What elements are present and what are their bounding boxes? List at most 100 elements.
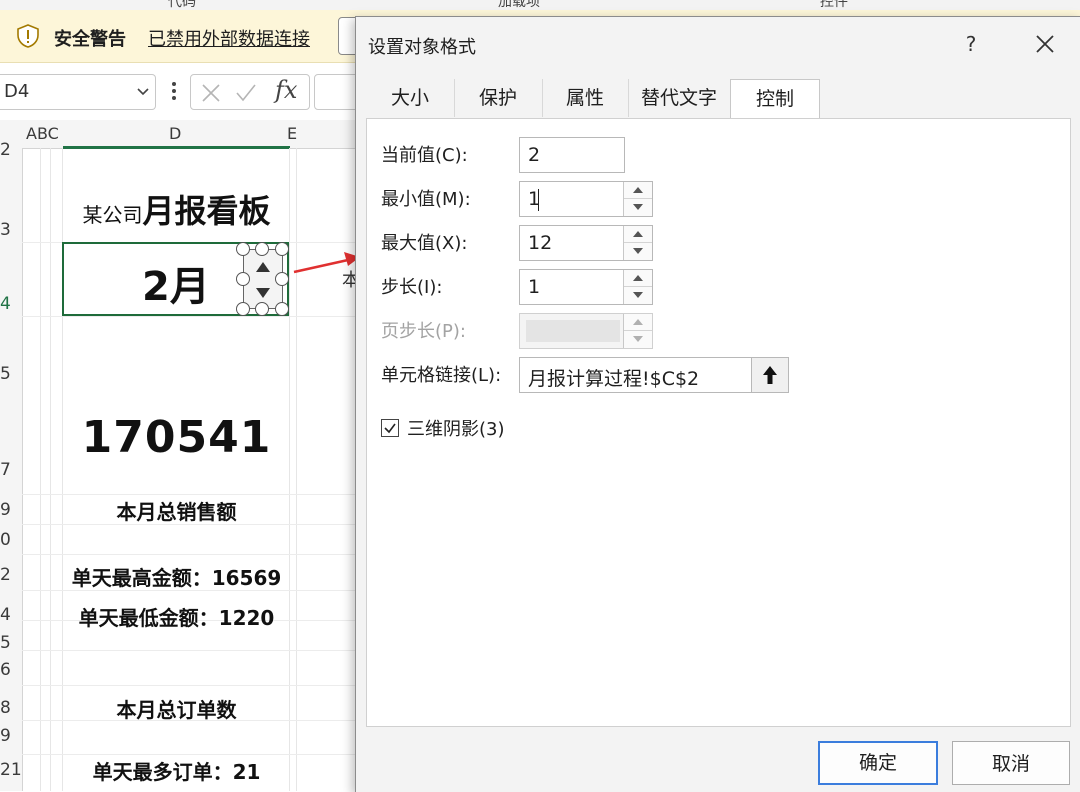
row-label[interactable]: 6 <box>0 660 11 680</box>
shading-3d-label[interactable]: 三维阴影(3) <box>407 415 505 441</box>
min-value-spinner <box>623 182 652 216</box>
max-value-text: 12 <box>528 232 553 254</box>
column-label-e[interactable]: E <box>287 124 297 143</box>
security-warning-link[interactable]: 已禁用外部数据连接 <box>148 25 310 51</box>
column-label-abc[interactable]: ABC <box>26 124 59 143</box>
gridline <box>22 494 360 495</box>
page-step-disabled-fill <box>526 320 620 342</box>
cell-link-input[interactable]: 月报计算过程!$C$2 <box>519 357 789 393</box>
resize-handle[interactable] <box>275 272 289 286</box>
month-value: 2月 <box>142 264 210 310</box>
cell-link-label: 单元格链接(L): <box>381 365 502 386</box>
row-label[interactable]: 9 <box>0 500 11 520</box>
total-orders-label: 本月总订单数 <box>116 698 237 722</box>
dashboard-title: 某公司月报看板 <box>63 186 290 232</box>
spin-up-icon <box>624 319 652 331</box>
spin-down-icon[interactable] <box>624 287 652 303</box>
resize-handle[interactable] <box>236 272 250 286</box>
shield-warning-icon <box>17 24 39 48</box>
spin-up-icon[interactable] <box>624 226 652 243</box>
row-label[interactable]: 21 <box>0 760 22 780</box>
row-label[interactable]: 9 <box>0 726 11 746</box>
tab-alt-text[interactable]: 替代文字 <box>628 79 731 117</box>
step-label: 步长(I): <box>381 277 443 298</box>
tab-properties[interactable]: 属性 <box>542 79 629 117</box>
row-label[interactable]: 0 <box>0 530 11 550</box>
page-step-input <box>519 313 653 349</box>
gridline <box>22 316 360 317</box>
row-label[interactable]: 4 <box>0 605 11 625</box>
ok-button[interactable]: 确定 <box>818 741 938 785</box>
cancel-button[interactable]: 取消 <box>952 741 1070 785</box>
row-label[interactable]: 5 <box>0 364 11 384</box>
close-icon[interactable] <box>1028 27 1062 61</box>
current-value-label: 当前值(C): <box>381 145 468 166</box>
control-tab-panel: 当前值(C): 2 最小值(M): 1 最大值(X): 12 步长(I): 1 <box>366 118 1071 727</box>
total-sales-value: 170541 <box>81 412 272 463</box>
dialog-title: 设置对象格式 <box>368 37 476 58</box>
cell-link-text: 月报计算过程!$C$2 <box>528 368 700 390</box>
dashboard-title-main: 月报看板 <box>142 192 271 230</box>
spin-up-icon[interactable] <box>624 182 652 199</box>
total-sales-label: 本月总销售额 <box>116 500 237 524</box>
column-label-d[interactable]: D <box>169 124 181 143</box>
max-value-label: 最大值(X): <box>381 233 468 254</box>
spin-down-icon[interactable] <box>252 282 274 304</box>
insert-function-icon[interactable]: fx <box>275 76 297 104</box>
tab-size[interactable]: 大小 <box>366 79 455 117</box>
spin-down-icon[interactable] <box>624 199 652 215</box>
spin-down-icon[interactable] <box>624 243 652 259</box>
help-button[interactable]: ? <box>956 27 986 61</box>
row-label[interactable]: 2 <box>0 565 11 585</box>
page-step-label: 页步长(P): <box>381 321 466 342</box>
row-label[interactable]: 2 <box>0 140 11 160</box>
row-label[interactable]: 4 <box>0 294 11 314</box>
step-spinner <box>623 270 652 304</box>
gridline <box>40 148 41 791</box>
gridline <box>22 685 360 686</box>
name-box[interactable]: D4 <box>0 74 156 110</box>
column-header: ABC D E <box>0 120 360 149</box>
vertical-dots-icon[interactable] <box>170 79 178 103</box>
resize-handle[interactable] <box>236 242 250 256</box>
current-value-text: 2 <box>528 144 541 166</box>
resize-handle[interactable] <box>275 242 289 256</box>
row-label[interactable]: 7 <box>0 460 11 480</box>
gridline <box>22 754 360 755</box>
tab-control[interactable]: 控制 <box>730 79 820 120</box>
min-amount-text: 单天最低金额：1220 <box>78 606 275 630</box>
arrow-up-icon <box>763 366 777 384</box>
text-cursor <box>538 189 539 211</box>
spin-down-icon <box>633 336 643 342</box>
row-label[interactable]: 3 <box>0 220 11 240</box>
gridline <box>22 650 360 651</box>
worksheet: ABC D E 2 3 4 5 7 9 0 2 4 5 6 8 9 21 某公司… <box>0 120 360 791</box>
resize-handle[interactable] <box>275 302 289 316</box>
row-label[interactable]: 5 <box>0 633 11 653</box>
current-value-input[interactable]: 2 <box>519 137 625 173</box>
format-object-dialog: 设置对象格式 ? 大小 保护 属性 替代文字 控制 当前值(C): 2 最小值(… <box>355 16 1080 792</box>
resize-handle[interactable] <box>255 302 269 316</box>
dashboard-title-prefix: 某公司 <box>82 203 143 227</box>
step-input[interactable]: 1 <box>519 269 653 305</box>
formula-actions: fx <box>190 74 310 110</box>
enter-formula-icon[interactable] <box>235 83 257 103</box>
row-label[interactable]: 8 <box>0 698 11 718</box>
spin-up-icon[interactable] <box>624 270 652 287</box>
resize-handle[interactable] <box>236 302 250 316</box>
max-amount-text: 单天最高金额：16569 <box>71 566 282 590</box>
spin-up-icon[interactable] <box>252 256 274 278</box>
cancel-formula-icon[interactable] <box>201 83 221 103</box>
tab-protection[interactable]: 保护 <box>454 79 543 117</box>
max-value-input[interactable]: 12 <box>519 225 653 261</box>
min-value-label: 最小值(M): <box>381 189 471 210</box>
resize-handle[interactable] <box>255 242 269 256</box>
max-orders-text: 单天最多订单：21 <box>92 760 261 784</box>
shading-3d-checkbox[interactable] <box>381 419 399 437</box>
collapse-dialog-button[interactable] <box>751 358 788 392</box>
name-box-value: D4 <box>4 81 30 102</box>
min-value-input[interactable]: 1 <box>519 181 653 217</box>
chevron-down-icon[interactable] <box>135 83 151 99</box>
annotation-arrow-icon <box>293 252 360 274</box>
selected-column-indicator <box>63 146 290 149</box>
